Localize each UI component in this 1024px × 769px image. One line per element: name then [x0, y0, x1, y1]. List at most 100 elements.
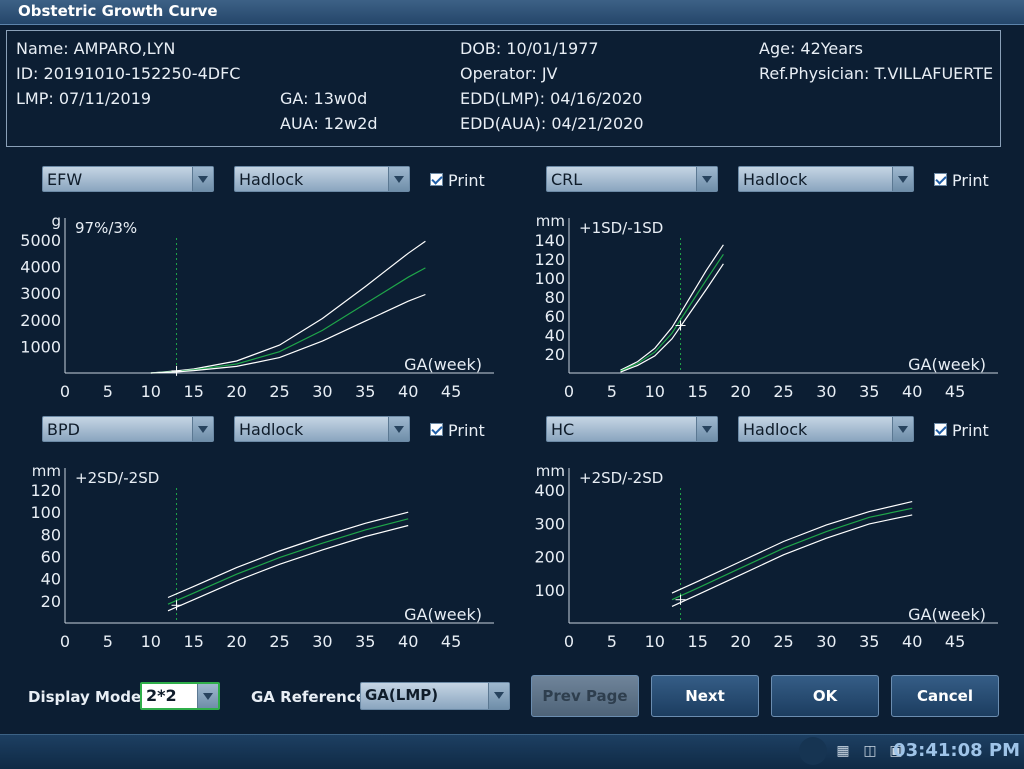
x-tick-label: 20	[226, 382, 246, 401]
x-tick-label: 0	[60, 632, 70, 651]
x-axis-label: GA(week)	[908, 605, 986, 624]
trash-icon[interactable]: ◫	[860, 741, 880, 761]
x-tick-label: 35	[355, 382, 375, 401]
x-tick-label: 40	[902, 632, 922, 651]
y-tick-label: 2000	[20, 311, 61, 330]
sd-legend: +2SD/-2SD	[579, 469, 663, 487]
x-tick-label: 10	[141, 632, 161, 651]
x-tick-label: 5	[103, 382, 113, 401]
x-axis-label: GA(week)	[404, 355, 482, 374]
x-tick-label: 15	[688, 382, 708, 401]
ga-reference-label: GA Reference:	[251, 688, 372, 706]
x-tick-label: 35	[859, 632, 879, 651]
x-tick-label: 35	[859, 382, 879, 401]
display-mode-label: Display Mode:	[28, 688, 148, 706]
y-tick-label: 100	[534, 269, 565, 288]
sd-legend: +2SD/-2SD	[75, 469, 159, 487]
x-tick-label: 30	[312, 382, 332, 401]
y-tick-label: 120	[30, 481, 61, 500]
x-tick-label: 25	[773, 632, 793, 651]
y-tick-label: 120	[534, 250, 565, 269]
y-unit-label: mm	[536, 212, 565, 230]
x-tick-label: 20	[730, 382, 750, 401]
x-tick-label: 30	[816, 632, 836, 651]
x-tick-label: 45	[441, 632, 461, 651]
x-tick-label: 25	[773, 382, 793, 401]
x-tick-label: 45	[945, 382, 965, 401]
series-lower	[620, 263, 724, 373]
x-tick-label: 15	[184, 632, 204, 651]
taskbar: ▦ ◫ ▣ 03:41:08 PM	[0, 734, 1024, 769]
sd-legend: 97%/3%	[75, 219, 137, 237]
x-tick-label: 35	[355, 632, 375, 651]
x-tick-label: 40	[902, 382, 922, 401]
x-tick-label: 5	[103, 632, 113, 651]
x-tick-label: 10	[645, 382, 665, 401]
chevron-down-icon[interactable]	[197, 684, 218, 708]
x-tick-label: 30	[312, 632, 332, 651]
y-unit-label: mm	[536, 462, 565, 480]
y-tick-label: 80	[41, 525, 61, 544]
series-mean	[620, 253, 724, 372]
series-upper	[620, 244, 724, 371]
series-lower	[167, 524, 409, 612]
series-upper	[150, 240, 426, 374]
y-tick-label: 140	[534, 231, 565, 250]
x-tick-label: 45	[441, 382, 461, 401]
series-lower	[150, 293, 426, 374]
display-mode-select[interactable]: 2*2	[140, 682, 220, 710]
y-tick-label: 1000	[20, 337, 61, 356]
y-tick-label: 20	[41, 592, 61, 611]
y-tick-label: 5000	[20, 231, 61, 250]
y-tick-label: 4000	[20, 258, 61, 277]
x-axis-label: GA(week)	[404, 605, 482, 624]
prev-page-button[interactable]: Prev Page	[531, 675, 639, 717]
y-tick-label: 60	[41, 548, 61, 567]
ga-reference-value: GA(LMP)	[365, 686, 439, 704]
next-button[interactable]: Next	[651, 675, 759, 717]
y-unit-label: mm	[32, 462, 61, 480]
x-tick-label: 15	[184, 382, 204, 401]
y-tick-label: 100	[534, 581, 565, 600]
ok-button[interactable]: OK	[771, 675, 879, 717]
x-tick-label: 15	[688, 632, 708, 651]
sd-legend: +1SD/-1SD	[579, 219, 663, 237]
y-tick-label: 3000	[20, 284, 61, 303]
y-tick-label: 300	[534, 514, 565, 533]
y-tick-label: 80	[545, 288, 565, 307]
x-tick-label: 25	[269, 382, 289, 401]
y-tick-label: 100	[30, 503, 61, 522]
chevron-down-icon[interactable]	[488, 683, 509, 709]
x-tick-label: 5	[607, 632, 617, 651]
x-tick-label: 20	[730, 632, 750, 651]
x-tick-label: 45	[945, 632, 965, 651]
growth-charts: 0 5 10 15 20 25 30 35 40 4510002000300040005000g 9…	[20, 212, 998, 651]
display-mode-value: 2*2	[146, 686, 177, 705]
series-lower	[671, 514, 913, 607]
y-tick-label: 20	[545, 345, 565, 364]
y-tick-label: 200	[534, 548, 565, 567]
y-tick-label: 400	[534, 481, 565, 500]
x-tick-label: 40	[398, 632, 418, 651]
x-tick-label: 10	[645, 632, 665, 651]
clock: 03:41:08 PM	[893, 740, 1020, 761]
x-tick-label: 0	[60, 382, 70, 401]
network-icon[interactable]: ▦	[833, 741, 853, 761]
x-tick-label: 10	[141, 382, 161, 401]
x-tick-label: 5	[607, 382, 617, 401]
x-tick-label: 40	[398, 382, 418, 401]
x-tick-label: 20	[226, 632, 246, 651]
series-mean	[150, 267, 426, 374]
x-tick-label: 0	[564, 382, 574, 401]
x-tick-label: 0	[564, 632, 574, 651]
x-axis-label: GA(week)	[908, 355, 986, 374]
x-tick-label: 30	[816, 382, 836, 401]
cancel-button[interactable]: Cancel	[891, 675, 999, 717]
ga-reference-select[interactable]: GA(LMP)	[360, 682, 510, 710]
x-tick-label: 25	[269, 632, 289, 651]
y-tick-label: 40	[545, 326, 565, 345]
system-menu-icon[interactable]	[799, 737, 827, 765]
y-tick-label: 60	[545, 307, 565, 326]
y-unit-label: g	[51, 212, 61, 230]
y-tick-label: 40	[41, 570, 61, 589]
